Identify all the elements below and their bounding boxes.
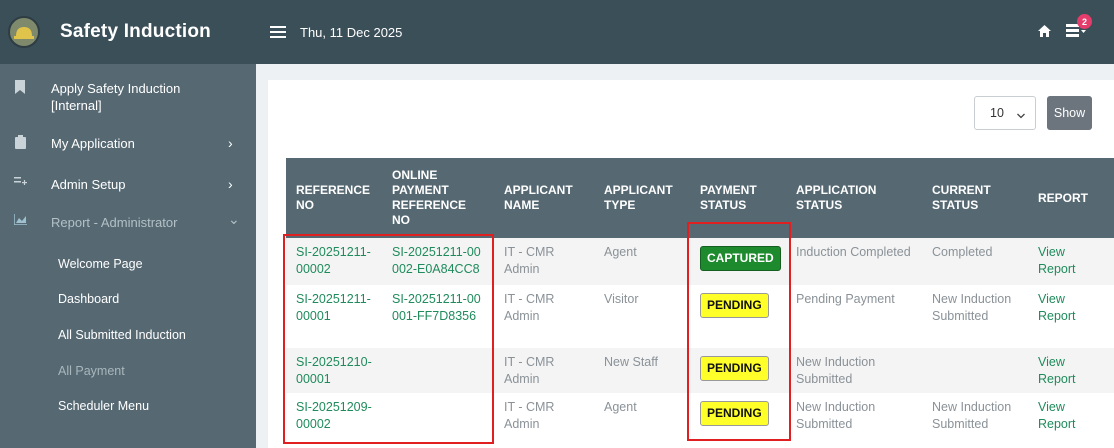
online-payment-reference xyxy=(382,393,494,443)
payment-status-cell: PENDING xyxy=(690,348,786,393)
applicant-type: New Staff xyxy=(594,348,690,393)
sidebar-subitem-dashboard[interactable]: Dashboard xyxy=(58,292,119,306)
header-payment-status[interactable]: PAYMENT STATUS xyxy=(690,158,786,238)
home-icon[interactable] xyxy=(1038,24,1051,42)
chart-icon xyxy=(13,214,27,225)
bookmark-icon xyxy=(13,80,27,94)
view-report-link[interactable]: View Report xyxy=(1028,238,1114,285)
menu-toggle-icon[interactable] xyxy=(270,26,286,38)
sidebar-subitem-welcome-page[interactable]: Welcome Page xyxy=(58,257,143,271)
chevron-down-icon: ⌄ xyxy=(228,211,240,227)
table-row: SI-20251210-00001 IT - CMR Admin New Sta… xyxy=(286,348,1114,393)
payment-status-badge: CAPTURED xyxy=(700,246,781,271)
header-applicant-type[interactable]: APPLICANT TYPE xyxy=(594,158,690,238)
per-page-value: 10 xyxy=(990,106,1004,120)
content-card: 10 Show REFERENCE NO ONLINE PAYMENT REFE… xyxy=(268,80,1114,448)
applicant-name: IT - CMR Admin xyxy=(494,285,594,348)
app-title[interactable]: Safety Induction xyxy=(60,21,211,43)
sidebar-item-admin-setup[interactable]: Admin Setup › xyxy=(0,176,256,193)
application-status: New Induction Submitted xyxy=(786,393,922,443)
clipboard-icon xyxy=(13,135,27,149)
sidebar-item-label: Apply Safety Induction [Internal] xyxy=(51,81,181,113)
payment-status-badge: PENDING xyxy=(700,356,769,381)
sidebar-subitem-all-submitted-induction[interactable]: All Submitted Induction xyxy=(58,328,186,342)
online-payment-reference xyxy=(382,348,494,393)
application-status: New Induction Submitted xyxy=(786,348,922,393)
payment-status-cell: CAPTURED xyxy=(690,238,786,285)
sidebar-subitem-scheduler-menu[interactable]: Scheduler Menu xyxy=(58,399,149,413)
sidebar-item-label: Report - Administrator xyxy=(51,215,178,230)
sidebar-item-report-administrator[interactable]: Report - Administrator ⌄ xyxy=(0,211,256,231)
applicant-type: Agent xyxy=(594,393,690,443)
notification-count-badge: 2 xyxy=(1077,14,1092,29)
per-page-select[interactable]: 10 xyxy=(974,96,1036,130)
sidebar-item-label: Admin Setup xyxy=(51,177,126,192)
table-row: SI-20251211-00002 SI-20251211-00002-E0A8… xyxy=(286,238,1114,285)
application-status: Induction Completed xyxy=(786,238,922,285)
header-applicant-name[interactable]: APPLICANT NAME xyxy=(494,158,594,238)
chevron-down-icon xyxy=(1017,108,1025,122)
header-online-payment-reference-no[interactable]: ONLINE PAYMENT REFERENCE NO xyxy=(382,158,494,238)
hardhat-logo-icon xyxy=(8,16,40,48)
header-report[interactable]: REPORT xyxy=(1028,158,1114,238)
notifications-button[interactable]: 2 xyxy=(1066,14,1092,43)
show-button[interactable]: Show xyxy=(1047,96,1092,130)
current-date: Thu, 11 Dec 2025 xyxy=(300,24,403,40)
sidebar-subitem-all-payment[interactable]: All Payment xyxy=(58,364,125,378)
sidebar-item-apply-safety-induction[interactable]: Apply Safety Induction [Internal] xyxy=(0,80,256,114)
induction-table: REFERENCE NO ONLINE PAYMENT REFERENCE NO… xyxy=(286,158,1114,443)
payment-status-cell: PENDING xyxy=(690,393,786,443)
sidebar-item-my-application[interactable]: My Application › xyxy=(0,135,256,152)
applicant-name: IT - CMR Admin xyxy=(494,238,594,285)
current-status: Completed xyxy=(922,238,1028,285)
online-payment-reference[interactable]: SI-20251211-00001-FF7D8356 xyxy=(382,285,494,348)
list-add-icon xyxy=(13,176,27,186)
current-status: New Induction Submitted xyxy=(922,285,1028,348)
reference-no-link[interactable]: SI-20251210-00001 xyxy=(286,348,382,393)
table-row: SI-20251211-00001 SI-20251211-00001-FF7D… xyxy=(286,285,1114,348)
view-report-link[interactable]: View Report xyxy=(1028,285,1114,348)
applicant-type: Visitor xyxy=(594,285,690,348)
reference-no-link[interactable]: SI-20251209-00002 xyxy=(286,393,382,443)
chevron-right-icon: › xyxy=(228,176,233,192)
payment-status-cell: PENDING xyxy=(690,285,786,348)
header-application-status[interactable]: APPLICATION STATUS xyxy=(786,158,922,238)
reference-no-link[interactable]: SI-20251211-00002 xyxy=(286,238,382,285)
current-status: New Induction Submitted xyxy=(922,393,1028,443)
brand: Safety Induction xyxy=(0,0,256,64)
current-status xyxy=(922,348,1028,393)
applicant-name: IT - CMR Admin xyxy=(494,348,594,393)
table-header-row: REFERENCE NO ONLINE PAYMENT REFERENCE NO… xyxy=(286,158,1114,238)
header-reference-no[interactable]: REFERENCE NO xyxy=(286,158,382,238)
payment-status-badge: PENDING xyxy=(700,401,769,426)
top-bar: Thu, 11 Dec 2025 2 xyxy=(256,0,1114,64)
sidebar-item-label: My Application xyxy=(51,136,135,151)
application-status: Pending Payment xyxy=(786,285,922,348)
applicant-name: IT - CMR Admin xyxy=(494,393,594,443)
sidebar: Safety Induction Apply Safety Induction … xyxy=(0,0,256,448)
reference-no-link[interactable]: SI-20251211-00001 xyxy=(286,285,382,348)
chevron-right-icon: › xyxy=(228,135,233,151)
payment-status-badge: PENDING xyxy=(700,293,769,318)
header-current-status[interactable]: CURRENT STATUS xyxy=(922,158,1028,238)
table-row: SI-20251209-00002 IT - CMR Admin Agent P… xyxy=(286,393,1114,443)
online-payment-reference[interactable]: SI-20251211-00002-E0A84CC8 xyxy=(382,238,494,285)
view-report-link[interactable]: View Report xyxy=(1028,348,1114,393)
view-report-link[interactable]: View Report xyxy=(1028,393,1114,443)
applicant-type: Agent xyxy=(594,238,690,285)
